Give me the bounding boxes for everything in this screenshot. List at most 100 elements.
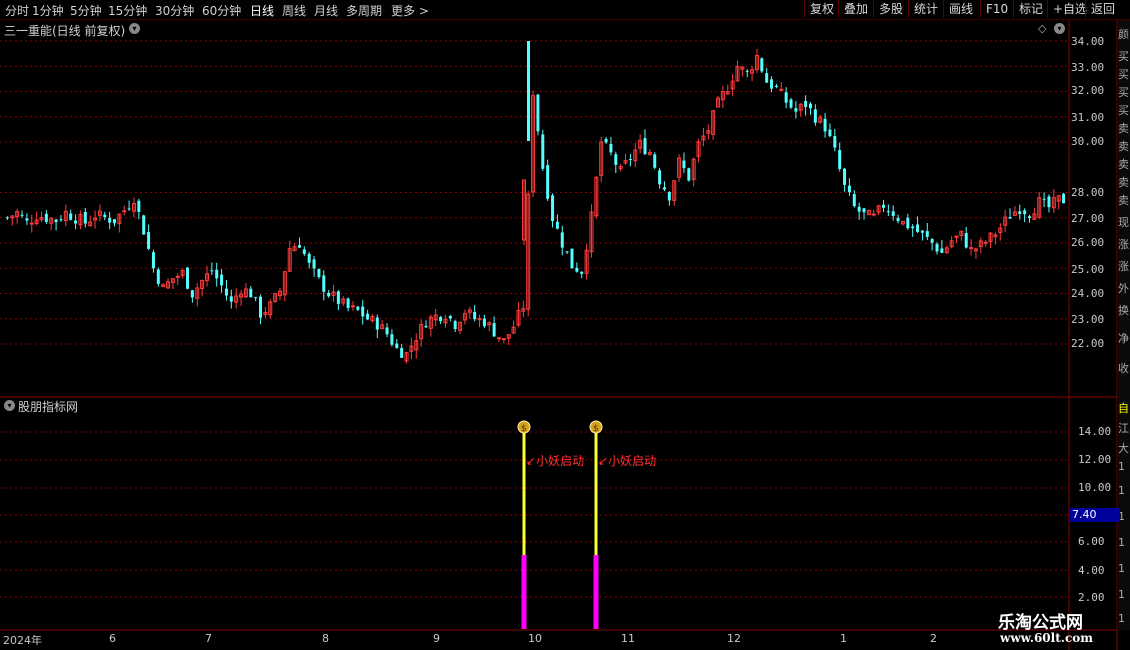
candle-body: [156, 269, 160, 284]
info-label: 1: [1118, 536, 1125, 549]
diamond-icon[interactable]: ◇: [1038, 22, 1046, 35]
price-tick: 22.00: [1071, 337, 1105, 350]
watermark-url: www.60lt.com: [1000, 631, 1093, 645]
candle-body: [871, 213, 876, 216]
info-label: 卖: [1118, 194, 1129, 207]
candle-body: [833, 136, 837, 148]
settings-circle-icon[interactable]: ▾: [1054, 23, 1065, 34]
candle-body: [628, 159, 632, 161]
candle-body: [186, 267, 190, 289]
candle-body: [361, 306, 365, 317]
indicator-tick: 14.00: [1078, 425, 1112, 438]
date-tick: 12: [727, 632, 741, 645]
info-label: 大: [1118, 442, 1129, 455]
candle-body: [453, 321, 457, 330]
candle-body: [847, 185, 851, 193]
candle-body: [823, 118, 827, 132]
info-label: 卖: [1118, 140, 1129, 153]
candle-body: [843, 168, 847, 185]
info-label: 1: [1118, 612, 1125, 625]
date-tick: 6: [109, 632, 116, 645]
chart-options-icon[interactable]: ▾: [129, 23, 140, 34]
date-tick: 2: [930, 632, 937, 645]
candle-body: [555, 221, 559, 229]
candle-body: [69, 213, 73, 220]
candle-body: [137, 200, 141, 212]
candle-body: [356, 306, 360, 310]
info-label: 颜: [1118, 28, 1129, 41]
candle-body: [896, 217, 900, 222]
candle-body: [249, 288, 253, 298]
candle-body: [935, 243, 939, 252]
candle-body: [103, 214, 107, 218]
candle-body: [916, 224, 920, 232]
date-tick: 8: [322, 632, 329, 645]
candle-body: [25, 218, 29, 221]
watermark-logo: 乐淘公式网: [998, 613, 1083, 633]
candle-body: [925, 231, 929, 237]
candle-body: [307, 253, 311, 263]
candle-body: [852, 194, 856, 207]
price-tick: 26.00: [1071, 236, 1105, 249]
indicator-collapse-icon[interactable]: ▾: [4, 400, 15, 411]
price-tick: 34.00: [1071, 35, 1105, 48]
price-tick: 33.00: [1071, 61, 1105, 74]
price-tick: 31.00: [1071, 111, 1105, 124]
candle-body: [346, 298, 350, 308]
candle-body: [44, 213, 48, 222]
candle-body: [881, 204, 885, 208]
kline-chart[interactable]: $ $: [0, 0, 1130, 650]
candle-body: [395, 343, 399, 348]
info-label: 买: [1118, 104, 1129, 117]
candle-body: [891, 211, 895, 216]
candle-body: [911, 226, 915, 229]
candle-body: [813, 109, 817, 123]
candle-body: [687, 168, 691, 181]
candle-body: [604, 138, 608, 143]
candle-body: [29, 222, 34, 225]
candle-body: [482, 318, 486, 327]
candle-body: [964, 233, 968, 248]
date-tick: 7: [205, 632, 212, 645]
candle-body: [784, 92, 788, 103]
info-label: 收: [1118, 362, 1129, 375]
signal-label: ↙小妖启动: [526, 454, 585, 468]
candle-body: [317, 269, 321, 278]
candle-body: [551, 195, 555, 222]
candle-body: [570, 248, 574, 269]
candle-body: [682, 160, 686, 169]
candle-body: [662, 187, 666, 190]
price-tick: 25.00: [1071, 263, 1105, 276]
candle-body: [322, 275, 326, 292]
candle-body: [297, 244, 301, 248]
candle-body: [108, 217, 112, 223]
candle-body: [560, 232, 564, 248]
candle-body: [20, 214, 24, 216]
price-tick: 24.00: [1071, 287, 1105, 300]
date-tick: 2024年: [3, 634, 42, 647]
candle-body: [546, 165, 550, 199]
candle-body: [224, 288, 228, 296]
candle-body: [151, 252, 155, 269]
indicator-tick: 10.00: [1078, 481, 1112, 494]
candle-body: [83, 211, 87, 224]
candle-body: [745, 70, 749, 72]
signal-label: ↙小妖启动: [598, 454, 657, 468]
candle-body: [1062, 193, 1066, 204]
candle-body: [527, 41, 530, 141]
info-label: 买: [1118, 86, 1129, 99]
candle-body: [5, 217, 9, 219]
info-label: 换: [1118, 304, 1129, 317]
candle-body: [653, 154, 657, 168]
candle-body: [175, 275, 180, 278]
candle-body: [74, 220, 78, 224]
info-label: 1: [1118, 562, 1125, 575]
info-label: 涨: [1118, 238, 1129, 251]
candle-body: [259, 296, 263, 318]
candle-body: [930, 239, 934, 243]
date-tick: 1: [840, 632, 847, 645]
info-label: 江: [1118, 422, 1129, 435]
price-tick: 30.00: [1071, 135, 1105, 148]
candle-body: [312, 259, 316, 269]
info-label: 1: [1118, 484, 1125, 497]
